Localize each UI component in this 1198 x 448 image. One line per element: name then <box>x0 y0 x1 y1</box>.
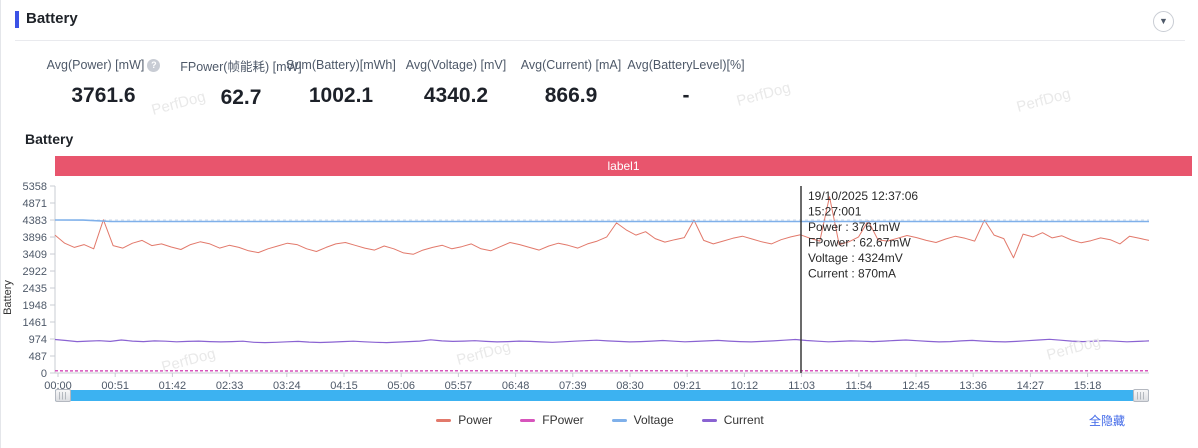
chart-label-banner[interactable]: label1 <box>55 156 1192 176</box>
stat-avg-power: Avg(Power) [mW]? 3761.6 <box>26 56 181 108</box>
svg-text:3409: 3409 <box>23 249 47 261</box>
svg-text:5358: 5358 <box>23 181 47 193</box>
svg-text:4383: 4383 <box>23 215 47 227</box>
chart-range-scrollbar: ||| ||| <box>55 389 1149 402</box>
current-swatch-icon <box>702 419 717 422</box>
svg-text:974: 974 <box>29 334 47 346</box>
fpower-swatch-icon <box>520 419 535 422</box>
svg-text:3896: 3896 <box>23 232 47 244</box>
svg-text:19/10/2025 12:37:06: 19/10/2025 12:37:06 <box>808 189 918 203</box>
legend-item-voltage[interactable]: Voltage <box>612 413 674 427</box>
svg-text:2435: 2435 <box>23 283 47 295</box>
svg-text:487: 487 <box>29 351 47 363</box>
hide-all-link[interactable]: 全隐藏 <box>1089 412 1125 429</box>
svg-text:1948: 1948 <box>23 300 47 312</box>
svg-text:0: 0 <box>41 368 47 380</box>
stat-label: Avg(BatteryLevel)[%] <box>627 58 744 72</box>
stat-avg-batterylevel: Avg(BatteryLevel)[%] - <box>616 56 756 108</box>
svg-text:Power : 3761mW: Power : 3761mW <box>808 220 901 234</box>
voltage-swatch-icon <box>612 419 627 422</box>
svg-text:Current : 870mA: Current : 870mA <box>808 267 896 281</box>
collapse-panel-button[interactable]: ▼ <box>1153 11 1174 32</box>
header-divider <box>15 40 1185 41</box>
stat-label: Sum(Battery)[mWh] <box>286 58 396 72</box>
chevron-down-icon: ▼ <box>1159 17 1168 26</box>
legend-item-fpower[interactable]: FPower <box>520 413 583 427</box>
scrollbar-track[interactable] <box>55 390 1149 401</box>
page-title: Battery <box>26 10 78 27</box>
stat-label: Avg(Power) [mW]? <box>47 58 161 72</box>
svg-text:15:27:001: 15:27:001 <box>808 205 862 219</box>
help-icon[interactable]: ? <box>147 59 160 72</box>
stat-label: Avg(Voltage) [mV] <box>406 58 507 72</box>
power-swatch-icon <box>436 419 451 422</box>
title-accent-bar <box>15 11 19 28</box>
stat-label: Avg(Current) [mA] <box>521 58 622 72</box>
svg-text:Battery: Battery <box>2 280 14 315</box>
svg-text:FPower : 62.67mW: FPower : 62.67mW <box>808 236 911 250</box>
battery-chart-plot-area[interactable]: 5358 4871 4383 3896 3409 2922 2435 1948 1461 974 4… <box>1 178 1198 390</box>
perfdog-watermark: PerfDog <box>1015 85 1073 116</box>
svg-text:1461: 1461 <box>23 317 47 329</box>
stat-value: - <box>616 84 756 108</box>
legend-item-current[interactable]: Current <box>702 413 764 427</box>
stat-value: 3761.6 <box>26 84 181 108</box>
chart-legend: Power FPower Voltage Current <box>1 413 1198 427</box>
svg-text:2922: 2922 <box>23 266 47 278</box>
scrollbar-right-handle[interactable]: ||| <box>1133 389 1149 402</box>
scrollbar-left-handle[interactable]: ||| <box>55 389 71 402</box>
svg-text:Voltage : 4324mV: Voltage : 4324mV <box>808 251 903 265</box>
legend-item-power[interactable]: Power <box>436 413 492 427</box>
chart-section-title: Battery <box>25 131 73 147</box>
svg-text:4871: 4871 <box>23 198 47 210</box>
battery-panel: Battery ▼ Avg(Power) [mW]? 3761.6 FPower… <box>0 0 1198 448</box>
